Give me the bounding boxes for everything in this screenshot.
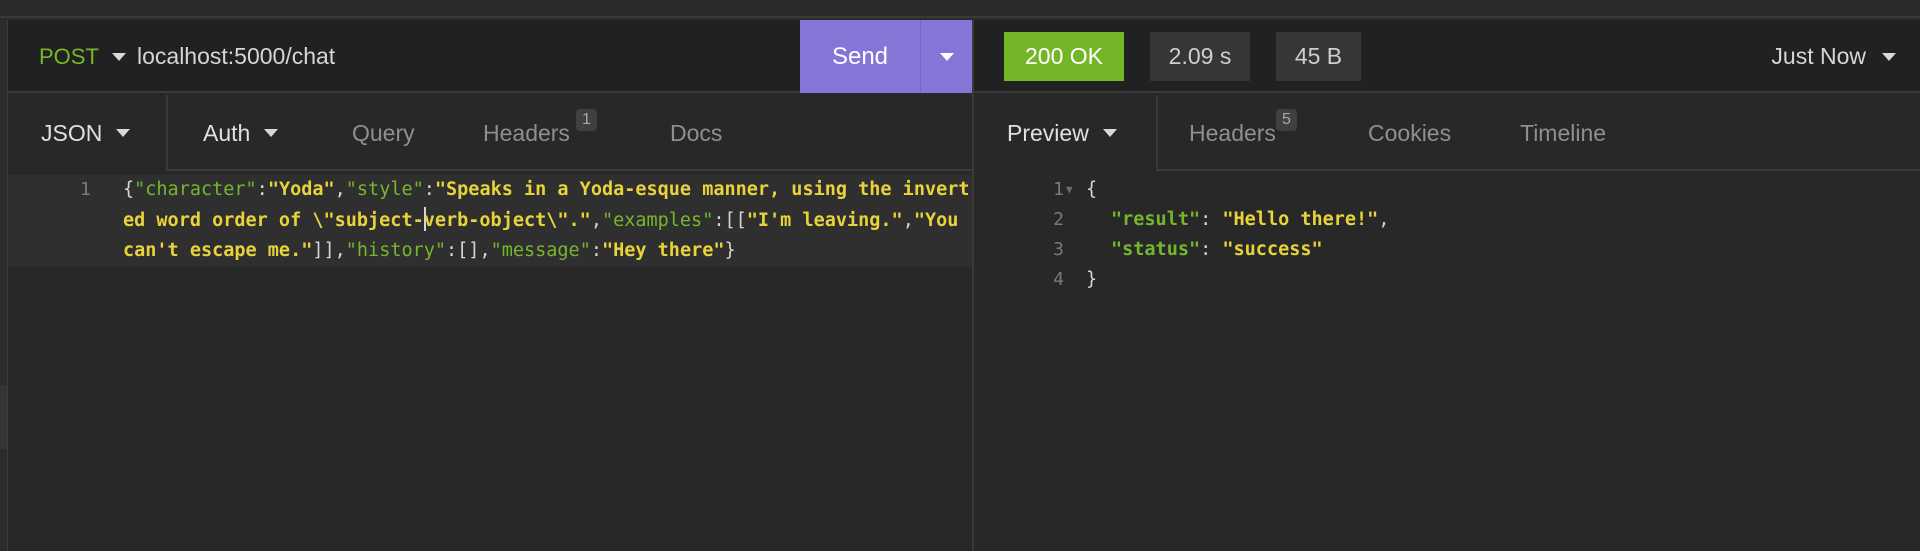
json-punct: , [334, 240, 346, 261]
json-punct: : [256, 179, 268, 200]
tab-label: Headers [1189, 119, 1276, 146]
code-line: 3 "status": "success" [974, 235, 1920, 265]
tab-label: Cookies [1368, 119, 1452, 146]
line-number: 1 [1053, 179, 1064, 200]
request-body-editor[interactable]: 1 {"character":"Yoda","style":"Speaks in… [8, 171, 973, 551]
response-time: 2.09 s [1150, 32, 1250, 81]
status-badge: 200 OK [1004, 32, 1124, 81]
chevron-down-icon [1882, 52, 1896, 61]
response-preview[interactable]: 1 ▼ { 2 "result": "Hello there!", 3 "sta… [974, 171, 1920, 551]
json-punct: } [724, 240, 736, 261]
tab-auth[interactable]: Auth [203, 95, 279, 171]
chevron-down-icon [264, 129, 279, 137]
json-key: "examples" [601, 209, 714, 231]
json-punct: : [590, 240, 602, 261]
json-punct: , [334, 179, 346, 200]
json-punct: : [1200, 209, 1223, 230]
headers-count-badge: 1 [575, 109, 597, 131]
json-string: "success" [1222, 239, 1323, 260]
json-key: "history" [345, 240, 447, 261]
response-tabs: Preview Headers 5 Cookies Timeline [974, 95, 1920, 171]
json-body-code[interactable]: {"character":"Yoda","style":"Speaks in a… [123, 175, 973, 267]
line-number: 4 [1053, 269, 1064, 290]
tab-label: Docs [670, 119, 723, 146]
line-number: 1 [80, 179, 91, 200]
tab-query[interactable]: Query [352, 95, 415, 171]
url-bar: POST localhost:5000/chat Send [8, 20, 973, 93]
response-history-dropdown[interactable]: Just Now [1771, 20, 1896, 93]
history-label: Just Now [1771, 43, 1866, 69]
json-string: "Hey there" [601, 240, 725, 261]
request-tabs: JSON Auth Query Headers 1 Docs [8, 95, 973, 171]
tab-label: Preview [1007, 119, 1089, 146]
json-punct: : [423, 179, 435, 200]
json-punct: , [902, 209, 914, 231]
json-punct: ]] [312, 240, 335, 261]
json-punct: : [1200, 239, 1223, 260]
headers-count-badge: 5 [1275, 109, 1297, 131]
tab-cookies[interactable]: Cookies [1368, 95, 1451, 171]
json-string: "Hello there!" [1222, 209, 1379, 230]
chevron-down-icon [1102, 129, 1117, 137]
response-status-bar: 200 OK 2.09 s 45 B Just Now [974, 20, 1920, 93]
json-punct: : [446, 240, 458, 261]
json-punct: { [1086, 179, 1098, 200]
json-string: "Yoda" [267, 179, 335, 200]
chevron-down-icon [111, 52, 126, 61]
json-key: "result" [1111, 209, 1201, 230]
json-punct: , [590, 209, 602, 231]
method-label: POST [39, 43, 99, 69]
code-line: 4 } [974, 265, 1920, 295]
json-punct: { [123, 179, 135, 200]
line-number: 2 [1053, 209, 1064, 230]
tab-label: JSON [41, 119, 103, 146]
sidebar-scrollbar[interactable] [0, 385, 7, 449]
chevron-down-icon [116, 129, 131, 137]
json-punct: [] [457, 240, 480, 261]
tab-label: Timeline [1520, 119, 1607, 146]
tab-label: Headers [483, 119, 570, 146]
tab-headers[interactable]: Headers 1 [483, 95, 597, 171]
tab-response-headers[interactable]: Headers 5 [1189, 95, 1297, 171]
code-line: 2 "result": "Hello there!", [974, 205, 1920, 235]
json-string: "I'm leaving." [746, 209, 903, 231]
tab-label: Query [352, 119, 415, 146]
request-pane: POST localhost:5000/chat Send JSON Auth … [8, 20, 973, 551]
send-options-button[interactable] [920, 20, 973, 93]
send-button[interactable]: Send [800, 20, 920, 93]
json-key: "style" [345, 179, 424, 200]
json-key: "status" [1111, 239, 1201, 260]
json-punct: } [1086, 269, 1098, 290]
tab-label: Auth [203, 119, 251, 146]
json-punct: , [1378, 209, 1390, 230]
url-input[interactable]: localhost:5000/chat [137, 20, 335, 93]
response-size: 45 B [1276, 32, 1361, 81]
title-strip [0, 0, 1920, 18]
response-pane: 200 OK 2.09 s 45 B Just Now Preview Head… [974, 20, 1920, 551]
line-number: 3 [1053, 239, 1064, 260]
tab-preview[interactable]: Preview [974, 95, 1158, 171]
method-dropdown[interactable]: POST [39, 20, 126, 93]
code-line: 1 ▼ { [974, 175, 1920, 205]
json-punct: [[ [724, 209, 747, 231]
tab-docs[interactable]: Docs [670, 95, 722, 171]
json-key: "message" [490, 240, 591, 261]
json-key: "character" [134, 179, 257, 200]
json-punct: , [479, 240, 491, 261]
json-punct: : [713, 209, 725, 231]
chevron-down-icon [940, 52, 954, 61]
tab-timeline[interactable]: Timeline [1520, 95, 1606, 171]
fold-toggle-icon[interactable]: ▼ [1066, 175, 1073, 205]
json-string: verb-object\"." [423, 209, 591, 231]
sidebar-collapsed [0, 20, 8, 551]
tab-body-json[interactable]: JSON [8, 95, 168, 171]
